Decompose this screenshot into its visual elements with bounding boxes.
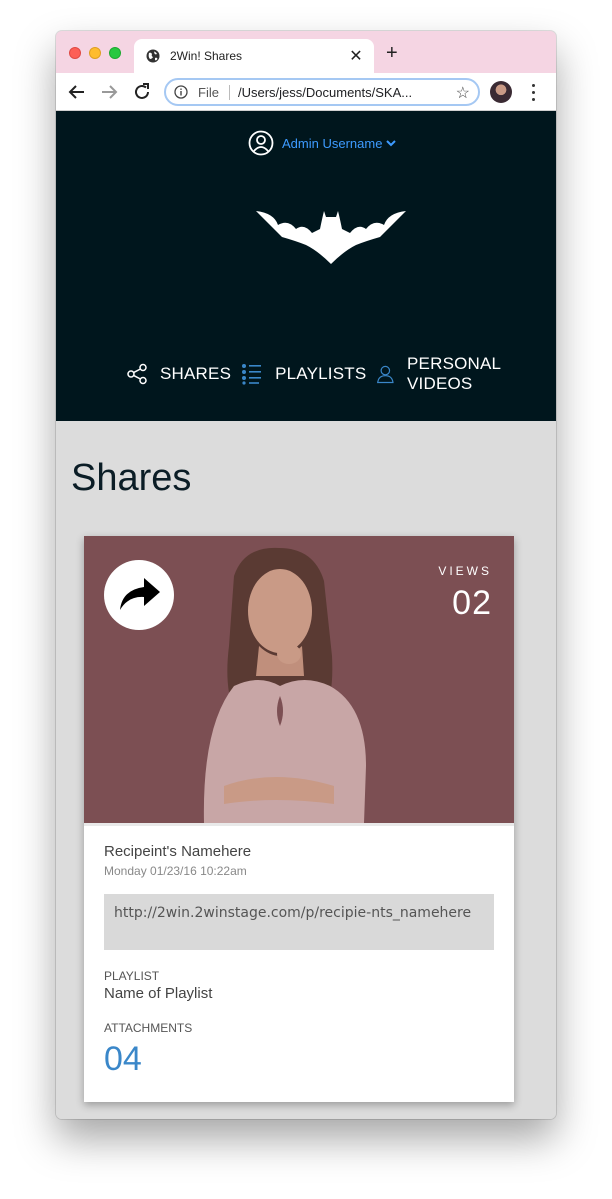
user-circle-icon (248, 130, 274, 156)
nav-label-playlists: PLAYLISTS (275, 364, 367, 383)
nav-label-personal-videos: PERSONAL VIDEOS (407, 354, 501, 393)
info-icon[interactable] (174, 85, 188, 99)
profile-avatar[interactable] (490, 81, 512, 103)
main-nav: SHARES PLAYLISTS PERSONAL VIDEOS (126, 354, 556, 393)
new-tab-button[interactable]: + (386, 43, 398, 63)
url-scheme-label: File (198, 85, 219, 100)
forward-button[interactable] (98, 81, 120, 103)
reload-icon (135, 83, 149, 99)
close-window-button[interactable] (69, 47, 81, 59)
share-icon (127, 363, 147, 385)
share-arrow-icon (120, 578, 160, 610)
tab-title: 2Win! Shares (170, 49, 243, 63)
attachments-count: 04 (104, 1040, 142, 1078)
arrow-right-icon (102, 85, 118, 99)
playlist-name: Name of Playlist (104, 985, 213, 1002)
share-date: Monday 01/23/16 10:22am (104, 864, 247, 878)
list-icon (242, 364, 262, 385)
playlist-label: PLAYLIST (104, 969, 160, 983)
browser-toolbar: File /Users/jess/Documents/SKA... ☆ (56, 73, 556, 111)
tab-strip: 2Win! Shares ✕ + (56, 31, 556, 73)
bookmark-star-icon[interactable]: ☆ (456, 83, 470, 103)
bat-logo (256, 211, 406, 264)
share-card[interactable]: VIEWS 02 Recipeint's Namehere Monday 01/… (84, 536, 514, 1102)
url-divider (229, 85, 230, 100)
globe-icon (146, 49, 160, 63)
user-menu[interactable]: Admin Username (248, 129, 397, 157)
tab-shares[interactable]: 2Win! Shares ✕ (134, 39, 374, 73)
share-thumbnail[interactable]: VIEWS 02 (84, 536, 514, 823)
site-header: Admin Username SHARES PLAYLISTS PERSONAL… (56, 111, 556, 421)
maximize-window-button[interactable] (109, 47, 121, 59)
person-icon (377, 365, 394, 384)
page-title: Shares (71, 457, 192, 499)
minimize-window-button[interactable] (89, 47, 101, 59)
arrow-left-icon (68, 85, 84, 99)
menu-kebab-icon[interactable] (528, 81, 540, 103)
nav-label-shares: SHARES (160, 364, 232, 383)
user-name: Admin Username (282, 135, 383, 151)
nav-item-shares[interactable]: SHARES (126, 363, 231, 385)
attachments-label: ATTACHMENTS (104, 1021, 193, 1035)
nav-item-playlists[interactable]: PLAYLISTS (241, 363, 366, 385)
reload-button[interactable] (131, 81, 153, 103)
main-content: Shares VIEWS 02 Recipeint's Namehere Mon… (56, 421, 556, 1119)
browser-window: 2Win! Shares ✕ + File /Users/jess/Docume… (56, 31, 556, 1119)
chevron-down-icon (386, 140, 397, 147)
views-count: 02 (452, 584, 492, 622)
close-tab-icon[interactable]: ✕ (348, 46, 364, 66)
back-button[interactable] (66, 81, 88, 103)
share-button[interactable] (104, 560, 174, 630)
views-label: VIEWS (438, 564, 492, 578)
nav-item-personal-videos[interactable]: PERSONAL VIDEOS (376, 354, 546, 394)
recipient-name: Recipeint's Namehere (104, 843, 252, 860)
share-link[interactable]: http://2win.2winstage.com/p/recipie-nts_… (104, 894, 494, 950)
address-bar[interactable]: File /Users/jess/Documents/SKA... ☆ (164, 78, 480, 106)
thumbnail-divider (84, 823, 514, 826)
url-text[interactable]: /Users/jess/Documents/SKA... (238, 85, 438, 100)
